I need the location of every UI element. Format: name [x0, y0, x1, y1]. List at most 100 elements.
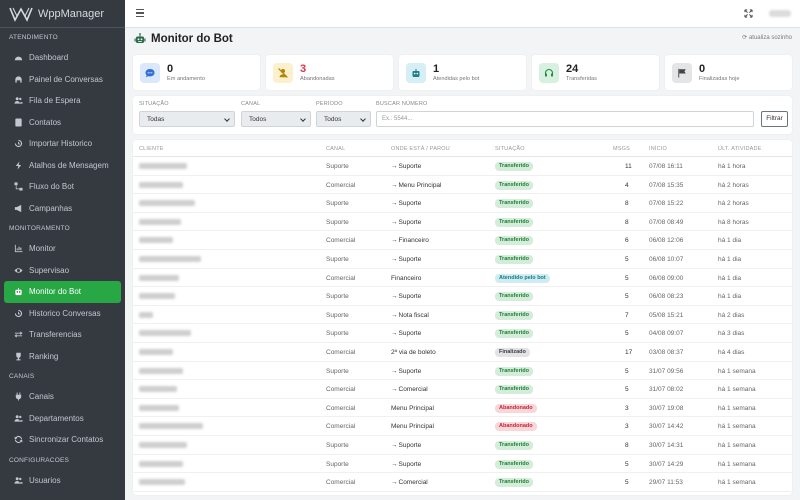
- cell-inicio: 30/07 14:31: [649, 441, 684, 449]
- stat-label: Atendidas pelo bot: [433, 76, 480, 82]
- column-header[interactable]: INÍCIO: [649, 146, 667, 152]
- table-row[interactable]: Comercial →Menu Principal Transferido 4 07/0…: [133, 176, 792, 195]
- arrow-right-icon: →: [391, 367, 398, 375]
- client-name-redacted: [139, 311, 153, 318]
- filter-button[interactable]: Filtrar: [761, 111, 788, 127]
- stat-label: Abandonadas: [300, 76, 335, 82]
- topbar: [125, 0, 800, 28]
- sidebar-item-fluxo-do-bot[interactable]: Fluxo do Bot: [4, 176, 121, 198]
- table-row[interactable]: Suporte →Suporte Transferido 5 06/08 10:07 há…: [133, 250, 792, 269]
- fullscreen-icon[interactable]: [744, 9, 753, 20]
- client-name-redacted: [139, 274, 179, 281]
- sidebar-item-label: Contatos: [29, 117, 62, 127]
- sync-icon: ⟳: [742, 35, 748, 41]
- stat-card: 24 Transferidas: [532, 55, 659, 90]
- table-row[interactable]: Suporte →Suporte Transferido 5 04/08 09:07 há…: [133, 324, 792, 343]
- table-row[interactable]: Comercial →Financeiro Transferido 6 06/08 12…: [133, 231, 792, 250]
- sidebar-item-usuarios[interactable]: Usuarios: [4, 470, 121, 492]
- stat-label: Finalizadas hoje: [699, 76, 740, 82]
- cell-inicio: 06/08 10:07: [649, 255, 684, 263]
- sidebar-item-transferencias[interactable]: Transferencias: [4, 324, 121, 346]
- sidebar-item-atalhos-de-mensagem[interactable]: Atalhos de Mensagem: [4, 155, 121, 177]
- cell-canal: Suporte: [326, 311, 349, 319]
- status-badge: Transferido: [495, 199, 533, 209]
- cell-onde-esta: →Menu Principal: [391, 181, 442, 189]
- robot-icon: [406, 62, 426, 83]
- status-badge: Transferido: [495, 440, 533, 450]
- arrow-right-icon: →: [391, 293, 398, 301]
- sidebar-item-departamentos[interactable]: Departamentos: [4, 408, 121, 430]
- table-row[interactable]: Comercial Menu Principal Abandonado 3 30/07 …: [133, 417, 792, 436]
- exchange-icon: [13, 330, 23, 340]
- cell-canal: Comercial: [326, 386, 356, 394]
- arrow-right-icon: →: [391, 386, 398, 394]
- cell-canal: Suporte: [326, 367, 349, 375]
- cell-onde-esta: →Suporte: [391, 441, 422, 449]
- brand[interactable]: WppManager: [0, 0, 125, 28]
- cell-onde-esta: Menu Principal: [391, 404, 434, 412]
- cell-inicio: 07/08 16:11: [649, 163, 683, 170]
- filters-card: SITUAÇÃO Todas CANAL Todos PERÍODO Todos…: [133, 96, 792, 134]
- cell-inicio: 31/07 09:56: [649, 367, 684, 375]
- filter-periodo-select[interactable]: Todos: [316, 111, 371, 127]
- status-badge: Abandonado: [495, 403, 537, 413]
- client-name-redacted: [139, 293, 175, 300]
- sidebar-item-monitor[interactable]: Monitor: [4, 238, 121, 260]
- sidebar-item-historico-conversas[interactable]: Historico Conversas: [4, 303, 121, 325]
- sidebar-item-campanhas[interactable]: Campanhas: [4, 198, 121, 220]
- nav-section-title: CANAIS: [9, 373, 35, 380]
- sidebar-item-dashboard[interactable]: Dashboard: [4, 47, 121, 69]
- cell-ultima-atividade: há 1 dia: [718, 293, 742, 301]
- table-row[interactable]: Suporte →Suporte Transferido 5 30/07 14:29 há…: [133, 455, 792, 474]
- table-row[interactable]: Comercial →Comercial Transferido 5 31/07 08:…: [133, 380, 792, 399]
- table-row[interactable]: Suporte →Suporte Transferido 8 30/07 14:31 há…: [133, 436, 792, 455]
- column-header[interactable]: MSGS: [613, 146, 630, 152]
- sidebar-item-monitor-do-bot[interactable]: Monitor do Bot: [4, 281, 121, 303]
- cell-ultima-atividade: há 4 dias: [718, 348, 745, 356]
- status-badge: Transferido: [495, 310, 533, 320]
- column-header[interactable]: ONDE ESTÁ / PAROU: [391, 146, 450, 152]
- filter-situacao-select[interactable]: Todas: [139, 111, 235, 127]
- stat-label: Em andamento: [167, 76, 205, 82]
- column-header[interactable]: CLIENTE: [139, 146, 164, 152]
- cell-ultima-atividade: há 1 hora: [718, 163, 746, 170]
- cell-onde-esta: →Suporte: [391, 200, 422, 208]
- cell-canal: Comercial: [326, 423, 356, 431]
- sidebar-item-contatos[interactable]: Contatos: [4, 112, 121, 134]
- sidebar-item-sincronizar-contatos[interactable]: Sincronizar Contatos: [4, 429, 121, 451]
- cell-ultima-atividade: há 1 semana: [718, 479, 756, 487]
- table-row[interactable]: Suporte →Nota fiscal Transferido 7 05/08 15:…: [133, 306, 792, 325]
- table-row[interactable]: Suporte →Suporte Transferido 8 07/08 08:49 há…: [133, 213, 792, 232]
- menu-toggle-icon[interactable]: [136, 9, 144, 18]
- arrow-right-icon: →: [391, 218, 398, 226]
- cell-onde-esta: →Suporte: [391, 460, 422, 468]
- search-number-input[interactable]: Ex.: 5544...: [376, 111, 754, 127]
- cell-onde-esta: →Comercial: [391, 386, 428, 394]
- cell-msgs: 8: [625, 200, 629, 208]
- table-row[interactable]: Comercial →Comercial Transferido 5 29/07 11:…: [133, 473, 792, 492]
- sidebar-item-canais[interactable]: Canais: [4, 386, 121, 408]
- client-name-redacted: [139, 367, 183, 374]
- stat-card: 0 Em andamento: [133, 55, 260, 90]
- table-row[interactable]: Comercial 2ª via de boleto Finalizado 17 03/…: [133, 343, 792, 362]
- arrow-right-icon: →: [391, 460, 398, 468]
- sidebar-item-painel-de-conversas[interactable]: Painel de Conversas: [4, 69, 121, 91]
- table-row[interactable]: Suporte →Suporte Transferido 5 31/07 09:56 há…: [133, 362, 792, 381]
- column-header[interactable]: SITUAÇÃO: [495, 146, 525, 152]
- table-row[interactable]: Comercial Financeiro Atendido pelo bot 5 06/…: [133, 269, 792, 288]
- cell-msgs: 3: [625, 404, 629, 412]
- table-row[interactable]: Suporte →Suporte Transferido 5 06/08 08:23 há…: [133, 287, 792, 306]
- sidebar-item-importar-historico[interactable]: Importar Historico: [4, 133, 121, 155]
- sidebar-item-fila-de-espera[interactable]: Fila de Espera: [4, 90, 121, 112]
- client-name-redacted: [139, 255, 201, 262]
- sidebar-item-supervisao[interactable]: Supervisao: [4, 260, 121, 282]
- sidebar-item-ranking[interactable]: Ranking: [4, 346, 121, 368]
- filter-canal-select[interactable]: Todos: [241, 111, 311, 127]
- status-badge: Atendido pelo bot: [495, 273, 550, 283]
- user-menu[interactable]: [769, 10, 791, 17]
- column-header[interactable]: ÚLT. ATIVIDADE: [718, 146, 762, 152]
- table-row[interactable]: Suporte →Suporte Transferido 8 07/08 15:22 há…: [133, 194, 792, 213]
- table-row[interactable]: Suporte →Suporte Transferido 11 07/08 16:11 h…: [133, 157, 792, 176]
- column-header[interactable]: CANAL: [326, 146, 345, 152]
- table-row[interactable]: Comercial Menu Principal Abandonado 3 30/07 …: [133, 399, 792, 418]
